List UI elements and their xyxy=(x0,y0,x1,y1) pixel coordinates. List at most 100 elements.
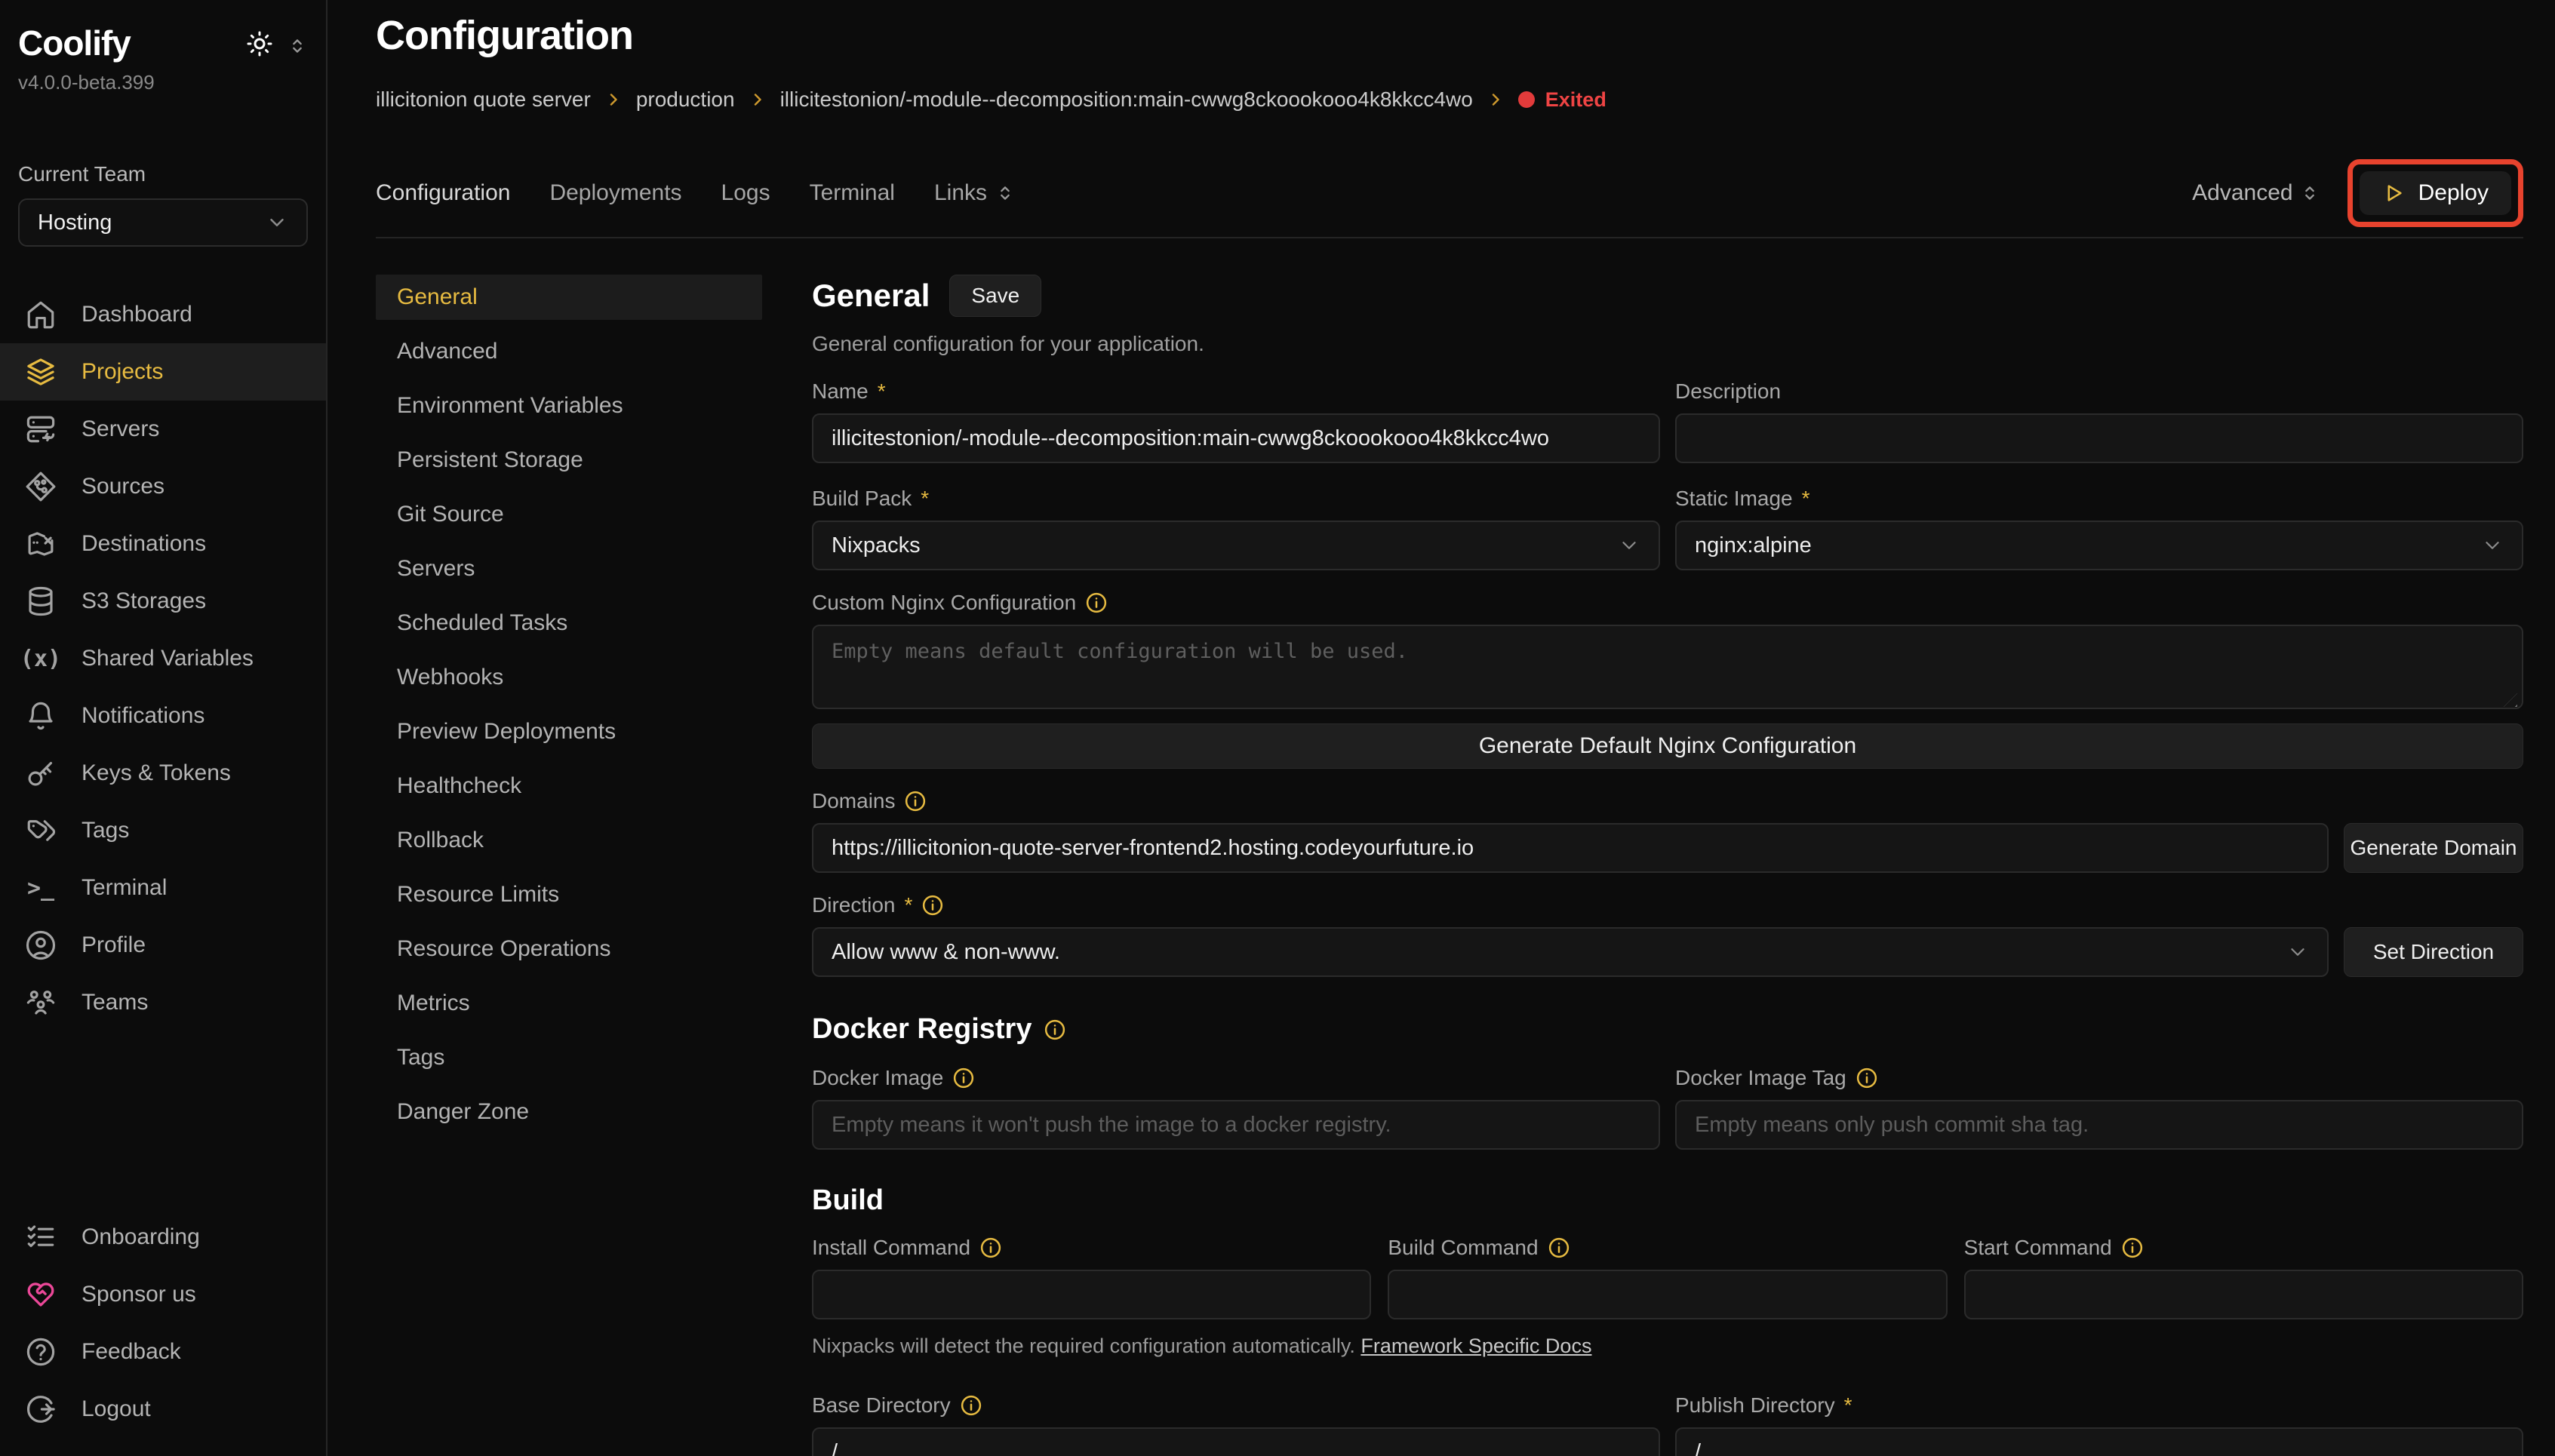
sidebar-item-notifications[interactable]: Notifications xyxy=(18,687,308,745)
sidebar-item-sponsor-us[interactable]: Sponsor us xyxy=(18,1266,308,1323)
generate-nginx-button[interactable]: Generate Default Nginx Configuration xyxy=(812,723,2523,769)
docker-image-input[interactable] xyxy=(812,1100,1660,1150)
checklist-icon xyxy=(24,1221,57,1254)
home-icon xyxy=(24,298,57,331)
subnav-item-preview-deployments[interactable]: Preview Deployments xyxy=(376,709,762,754)
static-image-select[interactable]: nginx:alpine xyxy=(1675,521,2523,570)
sidebar-item-shared-variables[interactable]: (x) Shared Variables xyxy=(18,630,308,687)
breadcrumb-project[interactable]: illicitonion quote server xyxy=(376,88,591,112)
sidebar-footer-nav: Onboarding Sponsor us Feedback Logout xyxy=(18,1209,308,1438)
deploy-button[interactable]: Deploy xyxy=(2360,171,2511,215)
name-input[interactable] xyxy=(812,413,1660,463)
build-pack-select[interactable]: Nixpacks xyxy=(812,521,1660,570)
sidebar-item-label: Sponsor us xyxy=(81,1282,196,1307)
breadcrumb-environment[interactable]: production xyxy=(636,88,735,112)
advanced-dropdown[interactable]: Advanced xyxy=(2192,180,2320,206)
sidebar-item-s3-storages[interactable]: S3 Storages xyxy=(18,573,308,630)
subnav-item-git-source[interactable]: Git Source xyxy=(376,492,762,537)
tab-logs[interactable]: Logs xyxy=(721,180,770,206)
theme-switcher-chevrons-icon[interactable] xyxy=(287,35,308,57)
variables-icon: (x) xyxy=(24,642,57,675)
subnav-item-resource-operations[interactable]: Resource Operations xyxy=(376,926,762,972)
subnav-item-servers[interactable]: Servers xyxy=(376,546,762,591)
map-icon xyxy=(24,527,57,561)
sidebar-item-label: Feedback xyxy=(81,1339,181,1365)
info-icon xyxy=(1856,1067,1878,1089)
sidebar-item-profile[interactable]: Profile xyxy=(18,917,308,974)
sidebar-item-terminal[interactable]: >_ Terminal xyxy=(18,859,308,917)
tabs: Configuration Deployments Logs Terminal … xyxy=(376,180,1016,206)
sidebar-item-servers[interactable]: Servers xyxy=(18,401,308,458)
team-select[interactable]: Hosting xyxy=(18,198,308,247)
domains-label: Domains xyxy=(812,788,2523,814)
sidebar-item-label: Destinations xyxy=(81,531,206,557)
sidebar-item-destinations[interactable]: Destinations xyxy=(18,515,308,573)
generate-domain-button[interactable]: Generate Domain xyxy=(2344,823,2523,873)
subnav-item-scheduled-tasks[interactable]: Scheduled Tasks xyxy=(376,601,762,646)
tab-divider xyxy=(376,237,2523,238)
docker-image-tag-input[interactable] xyxy=(1675,1100,2523,1150)
sidebar-item-projects[interactable]: Projects xyxy=(0,343,326,401)
subnav-item-environment-variables[interactable]: Environment Variables xyxy=(376,383,762,429)
theme-toggle-sun-icon[interactable] xyxy=(246,30,273,61)
sidebar-item-logout[interactable]: Logout xyxy=(18,1381,308,1438)
sidebar-item-sources[interactable]: Sources xyxy=(18,458,308,515)
subnav-item-tags[interactable]: Tags xyxy=(376,1035,762,1080)
build-command-input[interactable] xyxy=(1388,1270,1947,1319)
direction-select[interactable]: Allow www & non-www. xyxy=(812,927,2329,977)
subnav-item-metrics[interactable]: Metrics xyxy=(376,981,762,1026)
subnav-item-rollback[interactable]: Rollback xyxy=(376,818,762,863)
save-button[interactable]: Save xyxy=(949,275,1041,317)
publish-directory-label: Publish Directory* xyxy=(1675,1393,2523,1418)
tab-links[interactable]: Links xyxy=(934,180,1016,206)
domains-input[interactable] xyxy=(812,823,2329,873)
sidebar-item-onboarding[interactable]: Onboarding xyxy=(18,1209,308,1266)
sidebar-item-dashboard[interactable]: Dashboard xyxy=(18,286,308,343)
general-form: General Save General configuration for y… xyxy=(812,275,2523,1456)
subnav-item-healthcheck[interactable]: Healthcheck xyxy=(376,763,762,809)
base-directory-input[interactable] xyxy=(812,1427,1660,1456)
subnav-item-persistent-storage[interactable]: Persistent Storage xyxy=(376,438,762,483)
app-root: Coolify v4.0.0-beta.399 Current Team Hos… xyxy=(0,0,2555,1456)
git-source-icon xyxy=(24,470,57,503)
sidebar-item-label: Keys & Tokens xyxy=(81,760,231,786)
chevrons-up-down-icon xyxy=(2299,183,2320,204)
sidebar-item-tags[interactable]: Tags xyxy=(18,802,308,859)
chevron-right-icon xyxy=(749,91,767,109)
sidebar-item-label: Tags xyxy=(81,818,129,843)
build-heading: Build xyxy=(812,1184,2523,1217)
tab-deployments[interactable]: Deployments xyxy=(549,180,681,206)
custom-nginx-textarea[interactable] xyxy=(812,625,2523,709)
required-marker: * xyxy=(878,379,886,404)
install-command-input[interactable] xyxy=(812,1270,1371,1319)
chevron-down-icon xyxy=(2286,941,2309,963)
name-label: Name* xyxy=(812,379,1660,404)
subnav-item-advanced[interactable]: Advanced xyxy=(376,329,762,374)
sidebar-item-label: Onboarding xyxy=(81,1224,200,1250)
subnav-item-resource-limits[interactable]: Resource Limits xyxy=(376,872,762,917)
tab-terminal[interactable]: Terminal xyxy=(810,180,895,206)
current-team-label: Current Team xyxy=(18,162,308,186)
subnav-item-webhooks[interactable]: Webhooks xyxy=(376,655,762,700)
sidebar-item-teams[interactable]: Teams xyxy=(18,974,308,1031)
page-title: Configuration xyxy=(376,12,2523,59)
subnav-item-danger-zone[interactable]: Danger Zone xyxy=(376,1089,762,1135)
info-icon xyxy=(979,1236,1002,1259)
info-icon xyxy=(921,894,944,917)
sidebar-item-feedback[interactable]: Feedback xyxy=(18,1323,308,1381)
framework-docs-link[interactable]: Framework Specific Docs xyxy=(1361,1335,1591,1357)
chevrons-up-down-icon xyxy=(995,183,1016,204)
chevron-down-icon xyxy=(266,211,288,234)
play-icon xyxy=(2382,182,2405,204)
sidebar-item-keys-tokens[interactable]: Keys & Tokens xyxy=(18,745,308,802)
breadcrumb-application[interactable]: illicitestonion/-module--decomposition:m… xyxy=(780,88,1473,112)
description-input[interactable] xyxy=(1675,413,2523,463)
subnav-item-general[interactable]: General xyxy=(376,275,762,320)
tab-configuration[interactable]: Configuration xyxy=(376,180,510,206)
set-direction-button[interactable]: Set Direction xyxy=(2344,927,2523,977)
publish-directory-input[interactable] xyxy=(1675,1427,2523,1456)
start-command-input[interactable] xyxy=(1964,1270,2523,1319)
sidebar-item-label: Dashboard xyxy=(81,302,192,327)
base-directory-label: Base Directory xyxy=(812,1393,1660,1418)
build-command-label: Build Command xyxy=(1388,1235,1947,1261)
